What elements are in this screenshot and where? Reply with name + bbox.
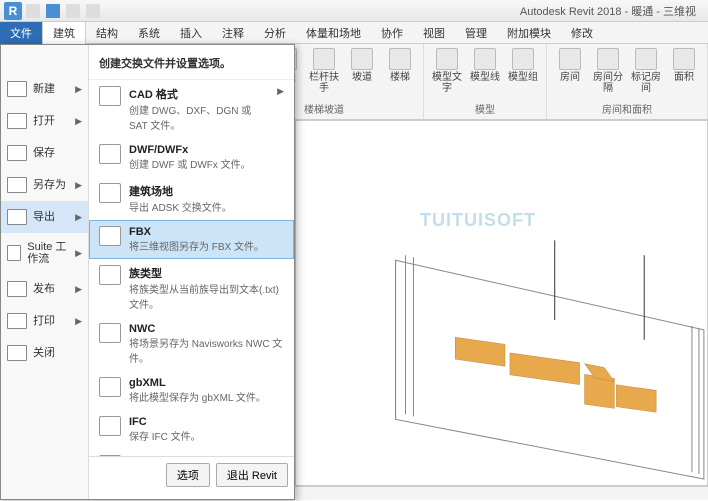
app-menu-item[interactable]: 关闭 <box>1 337 88 369</box>
export-format-item[interactable]: NWC将场景另存为 Navisworks NWC 文件。 <box>89 317 294 371</box>
app-menu-commands: 新建▶打开▶保存另存为▶导出▶Suite 工作流▶发布▶打印▶关闭 <box>1 45 89 499</box>
app-menu-footer: 选项 退出 Revit <box>89 456 294 493</box>
ribbon-tabs: 文件 建筑 结构 系统 插入 注释 分析 体量和场地 协作 视图 管理 附加模块… <box>0 22 708 44</box>
btn-room-sep[interactable]: 房间分隔 <box>591 46 625 96</box>
tab-view[interactable]: 视图 <box>413 22 455 44</box>
exit-button[interactable]: 退出 Revit <box>216 463 288 487</box>
format-icon <box>99 416 121 436</box>
railing-icon <box>313 48 335 70</box>
quick-access-toolbar[interactable] <box>26 4 100 18</box>
line-icon <box>474 48 496 70</box>
format-icon <box>99 86 121 106</box>
chevron-right-icon: ▶ <box>75 116 82 127</box>
separator-icon <box>597 48 619 70</box>
chevron-right-icon: ▶ <box>75 316 82 327</box>
file-icon <box>7 345 27 361</box>
format-icon <box>99 265 121 285</box>
export-format-item[interactable]: 建筑场地导出 ADSK 交换文件。 <box>89 177 294 220</box>
tab-annotate[interactable]: 注释 <box>212 22 254 44</box>
btn-room[interactable]: 房间 <box>553 46 587 85</box>
format-icon <box>99 183 121 203</box>
tab-massing[interactable]: 体量和场地 <box>296 22 371 44</box>
tab-modify[interactable]: 修改 <box>561 22 603 44</box>
revit-logo-icon: R <box>4 2 22 20</box>
viewport-3d[interactable] <box>295 120 708 486</box>
chevron-right-icon: ▶ <box>277 86 284 97</box>
tab-systems[interactable]: 系统 <box>128 22 170 44</box>
file-icon <box>7 177 27 193</box>
btn-stair[interactable]: 楼梯 <box>383 46 417 85</box>
app-menu-item[interactable]: 打开▶ <box>1 105 88 137</box>
btn-area[interactable]: 面积 <box>667 46 701 85</box>
format-icon <box>99 377 121 397</box>
chevron-right-icon: ▶ <box>75 284 82 295</box>
app-menu-item[interactable]: 发布▶ <box>1 273 88 305</box>
area-icon <box>673 48 695 70</box>
export-format-item[interactable]: 族类型将族类型从当前族导出到文本(.txt)文件。 <box>89 259 294 317</box>
app-menu-item[interactable]: 导出▶ <box>1 201 88 233</box>
btn-model-group[interactable]: 模型组 <box>506 46 540 85</box>
btn-ramp[interactable]: 坡道 <box>345 46 379 85</box>
app-menu-item[interactable]: 打印▶ <box>1 305 88 337</box>
tab-manage[interactable]: 管理 <box>455 22 497 44</box>
file-icon <box>7 313 27 329</box>
submenu-header: 创建交换文件并设置选项。 <box>89 51 294 80</box>
title-bar: R Autodesk Revit 2018 - 暖通 - 三维视 <box>0 0 708 22</box>
stair-icon <box>389 48 411 70</box>
file-icon <box>7 245 21 261</box>
export-format-item[interactable]: ODBC 数据库将模型数据保存到 ODBC 数据库。 <box>89 449 294 456</box>
tab-collaborate[interactable]: 协作 <box>371 22 413 44</box>
redo-icon[interactable] <box>86 4 100 18</box>
file-icon <box>7 81 27 97</box>
btn-railing[interactable]: 栏杆扶手 <box>307 46 341 96</box>
tab-structure[interactable]: 结构 <box>86 22 128 44</box>
file-icon <box>7 209 27 225</box>
app-menu-item[interactable]: Suite 工作流▶ <box>1 233 88 273</box>
open-icon[interactable] <box>26 4 40 18</box>
room-icon <box>559 48 581 70</box>
btn-tag-room[interactable]: 标记房间 <box>629 46 663 96</box>
group-icon <box>512 48 534 70</box>
file-icon <box>7 145 27 161</box>
window-title: Autodesk Revit 2018 - 暖通 - 三维视 <box>520 3 704 19</box>
application-menu: 新建▶打开▶保存另存为▶导出▶Suite 工作流▶发布▶打印▶关闭 创建交换文件… <box>0 44 295 500</box>
export-format-item[interactable]: DWF/DWFx创建 DWF 或 DWFx 文件。 <box>89 138 294 177</box>
save-icon[interactable] <box>46 4 60 18</box>
chevron-right-icon: ▶ <box>75 248 82 259</box>
text-icon <box>436 48 458 70</box>
chevron-right-icon: ▶ <box>75 212 82 223</box>
app-menu-item[interactable]: 另存为▶ <box>1 169 88 201</box>
ribbon-group-model: 模型文字 模型线 模型组 模型 <box>424 44 547 119</box>
file-icon <box>7 113 27 129</box>
tab-architecture[interactable]: 建筑 <box>42 21 86 44</box>
format-icon <box>99 144 121 164</box>
export-format-item[interactable]: FBX将三维视图另存为 FBX 文件。 <box>89 220 294 259</box>
btn-model-line[interactable]: 模型线 <box>468 46 502 85</box>
app-menu-submenu: 创建交换文件并设置选项。 CAD 格式创建 DWG、DXF、DGN 或 SAT … <box>89 45 294 499</box>
export-format-item[interactable]: gbXML将此模型保存为 gbXML 文件。 <box>89 371 294 410</box>
file-icon <box>7 281 27 297</box>
ribbon-group-room: 房间 房间分隔 标记房间 面积 房间和面积 <box>547 44 708 119</box>
export-format-item[interactable]: CAD 格式创建 DWG、DXF、DGN 或 SAT 文件。▶ <box>89 80 294 138</box>
options-button[interactable]: 选项 <box>166 463 210 487</box>
chevron-right-icon: ▶ <box>75 84 82 95</box>
ramp-icon <box>351 48 373 70</box>
tag-icon <box>635 48 657 70</box>
chevron-right-icon: ▶ <box>75 180 82 191</box>
app-menu-item[interactable]: 保存 <box>1 137 88 169</box>
tab-addins[interactable]: 附加模块 <box>497 22 561 44</box>
app-menu-item[interactable]: 新建▶ <box>1 73 88 105</box>
format-icon <box>99 226 121 246</box>
tab-file[interactable]: 文件 <box>0 22 42 44</box>
tab-insert[interactable]: 插入 <box>170 22 212 44</box>
export-format-item[interactable]: IFC保存 IFC 文件。 <box>89 410 294 449</box>
btn-model-text[interactable]: 模型文字 <box>430 46 464 96</box>
undo-icon[interactable] <box>66 4 80 18</box>
format-icon <box>99 323 121 343</box>
tab-analyze[interactable]: 分析 <box>254 22 296 44</box>
